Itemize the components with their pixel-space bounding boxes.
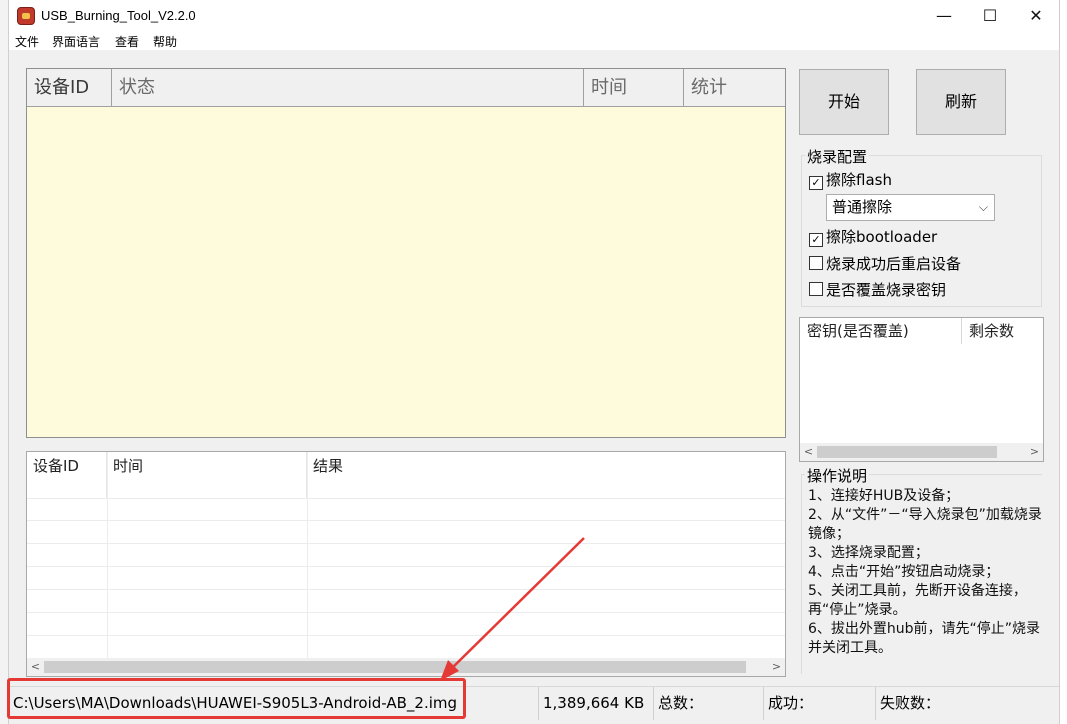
annotation-arrow-icon [440, 537, 585, 681]
